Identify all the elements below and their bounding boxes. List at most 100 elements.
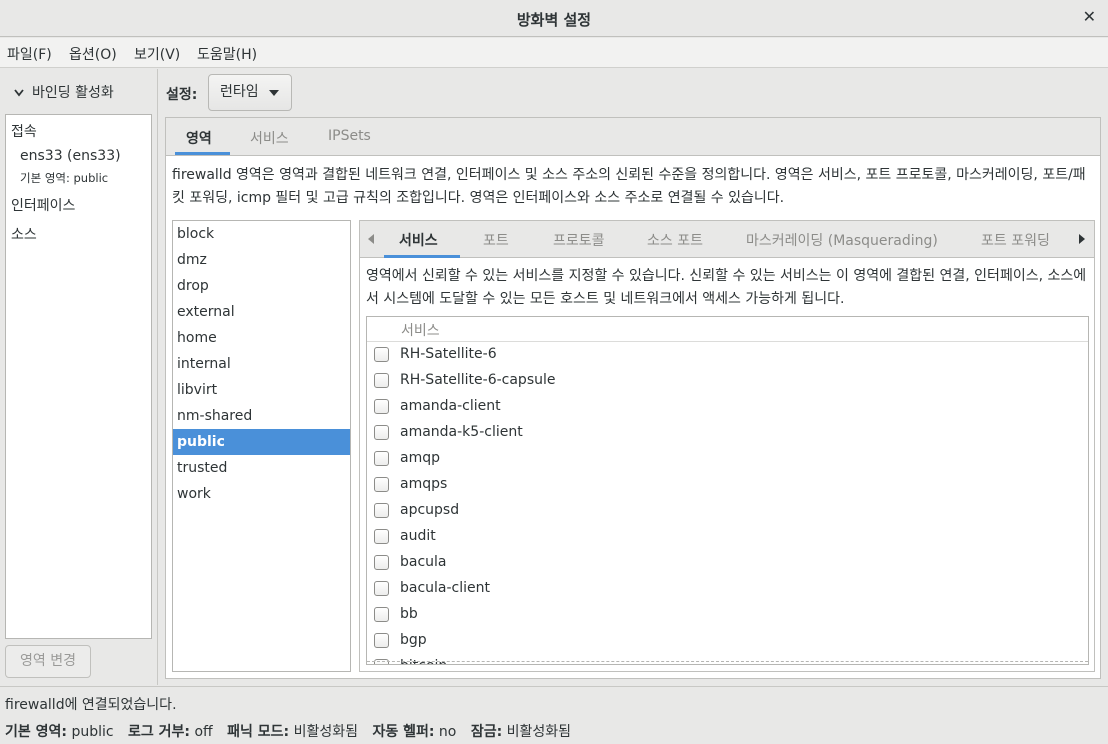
service-name: bacula-client — [400, 580, 491, 596]
connections-header: 접속 — [11, 124, 37, 140]
interfaces-header: 인터페이스 — [11, 198, 76, 214]
service-table-header[interactable]: 서비스 — [367, 317, 1088, 342]
service-checkbox[interactable] — [374, 477, 389, 492]
zone-tab-protocols[interactable]: 프로토콜 — [553, 230, 605, 250]
zone-tab-ports[interactable]: 포트 — [483, 230, 509, 250]
service-checkbox[interactable] — [374, 581, 389, 596]
tabs-scroll-right-icon[interactable] — [1079, 234, 1085, 244]
connection-zone: 기본 영역: public — [20, 171, 109, 185]
menu-options[interactable]: 옵션(O) — [69, 44, 117, 64]
binding-panel: 바인딩 활성화 접속 ens33 (ens33) 기본 영역: public 인… — [0, 69, 158, 685]
status-details: 기본 영역: public 로그 거부: off 패닉 모드: 비활성화됨 자동… — [5, 721, 581, 741]
zone-tab-source-ports[interactable]: 소스 포트 — [647, 230, 703, 250]
chevron-down-icon — [14, 85, 24, 101]
menu-bar: 파일(F) 옵션(O) 보기(V) 도움말(H) — [0, 38, 1108, 68]
zone-list: block dmz drop external home internal li… — [172, 220, 351, 672]
panic-mode-label: 패닉 모드: — [227, 724, 290, 740]
service-name: bb — [400, 606, 418, 622]
service-checkbox[interactable] — [374, 451, 389, 466]
zone-tab-masquerading[interactable]: 마스커레이딩 (Masquerading) — [746, 230, 938, 250]
service-name: amqp — [400, 450, 440, 466]
table-row: amqps — [367, 472, 1088, 498]
service-checkbox[interactable] — [374, 347, 389, 362]
zone-change-button[interactable]: 영역 변경 — [5, 645, 91, 678]
service-checkbox[interactable] — [374, 425, 389, 440]
zone-item-trusted[interactable]: trusted — [173, 455, 350, 481]
window-title: 방화벽 설정 — [516, 11, 592, 29]
service-name: RH-Satellite-6 — [400, 346, 497, 362]
service-checkbox[interactable] — [374, 555, 389, 570]
panic-mode-value: 비활성화됨 — [293, 724, 359, 740]
table-row: audit — [367, 524, 1088, 550]
service-checkbox[interactable] — [374, 659, 389, 664]
zone-description: firewalld 영역은 영역과 결합된 네트워크 연결, 인터페이스 및 소… — [172, 167, 1086, 206]
zone-item-home[interactable]: home — [173, 325, 350, 351]
service-checkbox[interactable] — [374, 373, 389, 388]
tab-zones[interactable]: 영역 — [186, 128, 212, 148]
service-name: bgp — [400, 632, 427, 648]
table-row: amanda-k5-client — [367, 420, 1088, 446]
service-name: amanda-client — [400, 398, 501, 414]
tabs-scroll-left-icon[interactable] — [368, 234, 374, 244]
lockdown-label: 잠금: — [470, 724, 503, 740]
menu-help[interactable]: 도움말(H) — [197, 44, 257, 64]
active-zone-tab-indicator — [384, 255, 460, 258]
main-tabs: 영역 서비스 IPSets — [166, 118, 1100, 156]
configuration-dropdown[interactable]: 런타임 — [208, 74, 292, 111]
table-row: bb — [367, 602, 1088, 628]
menu-view[interactable]: 보기(V) — [134, 44, 180, 64]
tab-ipsets[interactable]: IPSets — [328, 128, 371, 144]
configuration-value: 런타임 — [220, 84, 259, 100]
zone-item-work[interactable]: work — [173, 481, 350, 507]
default-zone-value: public — [71, 724, 114, 740]
auto-helper-label: 자동 헬퍼: — [372, 724, 435, 740]
zone-item-block[interactable]: block — [173, 221, 350, 247]
lockdown-value: 비활성화됨 — [506, 724, 572, 740]
zone-notebook: 서비스 포트 프로토콜 소스 포트 마스커레이딩 (Masquerading) … — [359, 220, 1095, 672]
zone-item-external[interactable]: external — [173, 299, 350, 325]
service-checkbox[interactable] — [374, 607, 389, 622]
table-row: amanda-client — [367, 394, 1088, 420]
tab-services[interactable]: 서비스 — [250, 128, 289, 148]
service-name: amanda-k5-client — [400, 424, 523, 440]
table-row: bacula-client — [367, 576, 1088, 602]
default-zone-label: 기본 영역: — [5, 724, 67, 740]
service-name: amqps — [400, 476, 448, 492]
service-name: bacula — [400, 554, 447, 570]
zone-tab-services[interactable]: 서비스 — [399, 230, 438, 250]
connection-item[interactable]: ens33 (ens33) — [20, 148, 121, 164]
service-name: apcupsd — [400, 502, 460, 518]
binding-toggle[interactable]: 바인딩 활성화 — [14, 82, 114, 102]
service-checkbox[interactable] — [374, 529, 389, 544]
table-row: bitcoin — [367, 654, 1088, 664]
close-icon[interactable]: ✕ — [1083, 7, 1096, 26]
zone-item-nm-shared[interactable]: nm-shared — [173, 403, 350, 429]
zone-tabs: 서비스 포트 프로토콜 소스 포트 마스커레이딩 (Masquerading) … — [360, 221, 1094, 258]
table-row: RH-Satellite-6 — [367, 342, 1088, 368]
zone-item-libvirt[interactable]: libvirt — [173, 377, 350, 403]
log-denied-value: off — [194, 724, 213, 740]
service-name: RH-Satellite-6-capsule — [400, 372, 556, 388]
scroll-edge-divider — [367, 661, 1088, 662]
table-row: bacula — [367, 550, 1088, 576]
dropdown-arrow-icon — [269, 90, 279, 96]
zone-item-public[interactable]: public — [173, 429, 350, 455]
service-checkbox[interactable] — [374, 503, 389, 518]
zone-item-internal[interactable]: internal — [173, 351, 350, 377]
zone-item-drop[interactable]: drop — [173, 273, 350, 299]
zone-item-dmz[interactable]: dmz — [173, 247, 350, 273]
service-description: 영역에서 신뢰할 수 있는 서비스를 지정할 수 있습니다. 신뢰할 수 있는 … — [366, 268, 1087, 307]
table-row: bgp — [367, 628, 1088, 654]
service-checkbox[interactable] — [374, 399, 389, 414]
service-column-header: 서비스 — [401, 323, 440, 339]
zone-tab-port-forwarding[interactable]: 포트 포워딩 — [981, 230, 1050, 250]
settings-label: 설정: — [166, 87, 198, 103]
service-checkbox[interactable] — [374, 633, 389, 648]
connection-status: firewalld에 연결되었습니다. — [5, 697, 177, 713]
menu-file[interactable]: 파일(F) — [7, 44, 52, 64]
title-bar: 방화벽 설정 ✕ — [0, 0, 1108, 37]
table-row: RH-Satellite-6-capsule — [367, 368, 1088, 394]
status-bar: firewalld에 연결되었습니다. 기본 영역: public 로그 거부:… — [0, 686, 1108, 744]
table-row: apcupsd — [367, 498, 1088, 524]
active-tab-indicator — [175, 152, 230, 155]
